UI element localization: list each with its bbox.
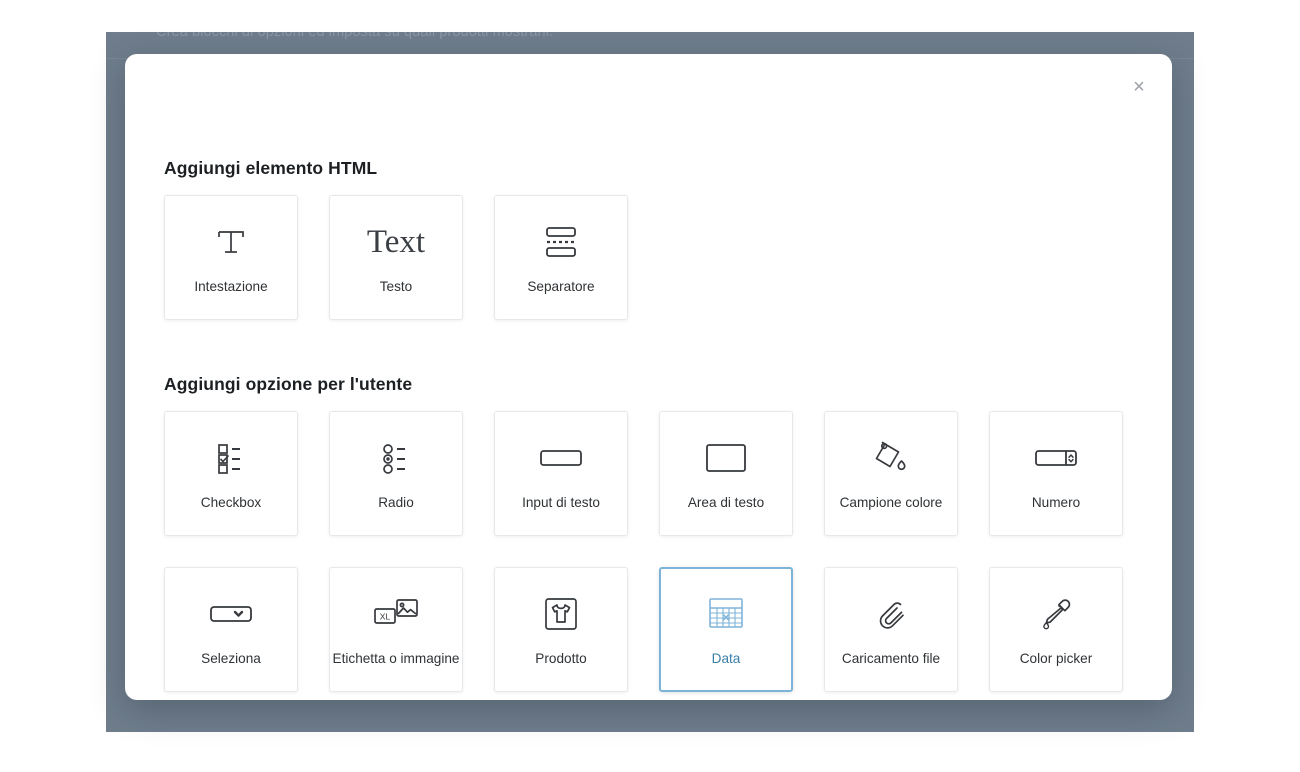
html-elements-card-grid: Intestazione Text Testo Separatore bbox=[164, 195, 628, 320]
heading-t-icon bbox=[213, 219, 249, 265]
number-stepper-icon bbox=[1034, 435, 1078, 481]
card-label: Caricamento file bbox=[841, 651, 941, 667]
eyedropper-icon bbox=[1038, 591, 1074, 637]
close-icon[interactable]: × bbox=[1120, 68, 1158, 106]
card-intestazione[interactable]: Intestazione bbox=[164, 195, 298, 320]
card-numero[interactable]: Numero bbox=[989, 411, 1123, 536]
paint-bucket-icon bbox=[872, 435, 910, 481]
card-label: Campione colore bbox=[839, 495, 943, 511]
textarea-icon bbox=[705, 435, 747, 481]
add-element-modal: × Aggiungi elemento HTML Intestazione Te… bbox=[125, 54, 1172, 700]
card-label: Seleziona bbox=[201, 651, 261, 667]
card-testo[interactable]: Text Testo bbox=[329, 195, 463, 320]
card-label: Data bbox=[711, 651, 741, 667]
card-radio[interactable]: Radio bbox=[329, 411, 463, 536]
card-label: Area di testo bbox=[687, 495, 765, 511]
calendar-icon bbox=[707, 591, 745, 637]
card-label: Testo bbox=[379, 279, 413, 295]
section-html-elements: Aggiungi elemento HTML Intestazione Text… bbox=[164, 158, 628, 320]
card-label: Prodotto bbox=[535, 651, 587, 667]
card-label: Color picker bbox=[1019, 651, 1093, 667]
card-area-di-testo[interactable]: Area di testo bbox=[659, 411, 793, 536]
section-user-options: Aggiungi opzione per l'utente Checkbox R… bbox=[164, 374, 1172, 692]
backdrop-description-text: Crea blocchi di opzioni ed imposta su qu… bbox=[156, 32, 554, 40]
card-input-di-testo[interactable]: Input di testo bbox=[494, 411, 628, 536]
text-input-icon bbox=[539, 435, 583, 481]
card-etichetta-o-immagine[interactable]: XL Etichetta o immagine bbox=[329, 567, 463, 692]
card-label: Etichetta o immagine bbox=[332, 651, 460, 667]
card-color-picker[interactable]: Color picker bbox=[989, 567, 1123, 692]
card-label: Input di testo bbox=[522, 495, 600, 511]
card-checkbox[interactable]: Checkbox bbox=[164, 411, 298, 536]
user-options-card-grid: Checkbox Radio Input di testo Area di te… bbox=[164, 411, 1172, 692]
section-title-user-options: Aggiungi opzione per l'utente bbox=[164, 374, 413, 394]
section-title-html-elements: Aggiungi elemento HTML bbox=[164, 158, 378, 178]
checkbox-list-icon bbox=[214, 435, 248, 481]
screen: Crea blocchi di opzioni ed imposta su qu… bbox=[0, 0, 1300, 772]
svg-text:XL: XL bbox=[380, 612, 391, 622]
select-dropdown-icon bbox=[209, 591, 253, 637]
card-label: Separatore bbox=[527, 279, 595, 295]
product-tshirt-icon bbox=[543, 591, 579, 637]
card-campione-colore[interactable]: Campione colore bbox=[824, 411, 958, 536]
card-label: Radio bbox=[378, 495, 414, 511]
card-label: Intestazione bbox=[194, 279, 268, 295]
paperclip-icon bbox=[873, 591, 909, 637]
separator-icon bbox=[543, 219, 579, 265]
card-seleziona[interactable]: Seleziona bbox=[164, 567, 298, 692]
card-data[interactable]: Data bbox=[659, 567, 793, 692]
card-label: Numero bbox=[1031, 495, 1081, 511]
radio-list-icon bbox=[379, 435, 413, 481]
card-separatore[interactable]: Separatore bbox=[494, 195, 628, 320]
text-serif-icon: Text bbox=[366, 223, 426, 260]
card-label: Checkbox bbox=[200, 495, 262, 511]
card-prodotto[interactable]: Prodotto bbox=[494, 567, 628, 692]
card-caricamento-file[interactable]: Caricamento file bbox=[824, 567, 958, 692]
label-image-icon: XL bbox=[373, 591, 419, 637]
